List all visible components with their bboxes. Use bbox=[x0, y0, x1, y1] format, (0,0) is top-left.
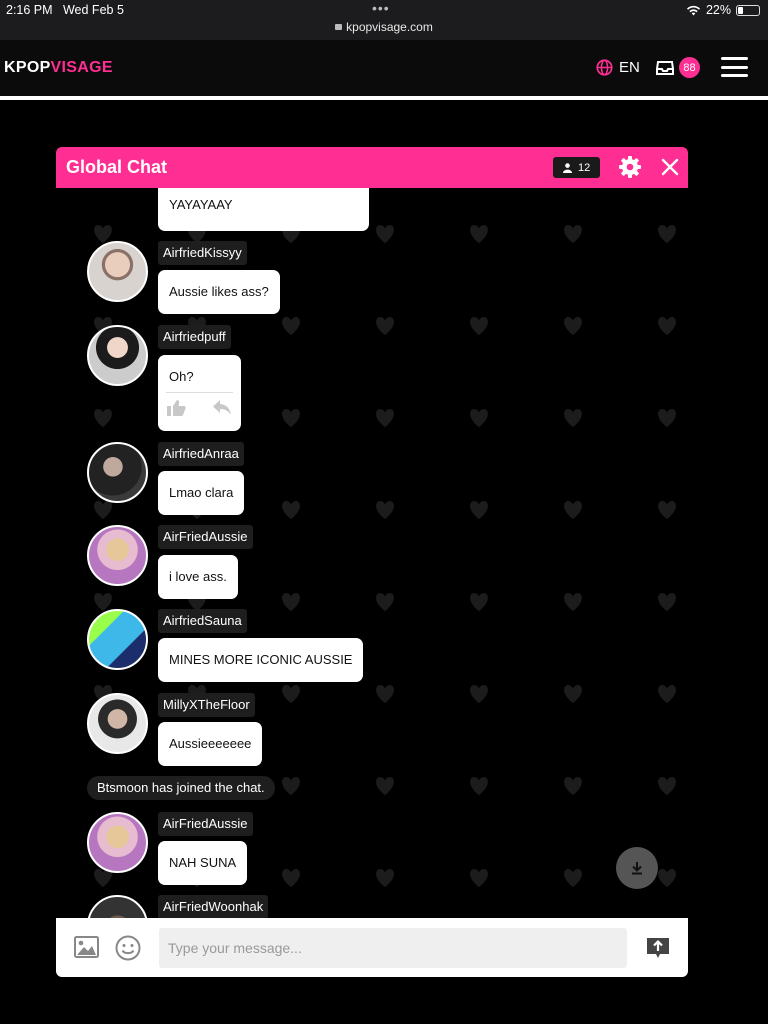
inbox-badge: 88 bbox=[679, 57, 700, 78]
username[interactable]: AirFriedAussie bbox=[158, 812, 253, 836]
avatar[interactable] bbox=[87, 325, 148, 386]
user-icon bbox=[563, 162, 572, 173]
menu-button[interactable] bbox=[721, 57, 748, 77]
inbox-button[interactable]: 88 bbox=[656, 57, 700, 78]
header-divider bbox=[0, 96, 768, 100]
message-bubble: Lmao clara bbox=[158, 471, 245, 515]
username[interactable]: AirFriedAussie bbox=[158, 525, 253, 549]
avatar[interactable] bbox=[87, 442, 148, 503]
avatar[interactable] bbox=[87, 525, 148, 586]
message-bubble: i love ass. bbox=[158, 555, 238, 599]
username[interactable]: AirfriedSauna bbox=[158, 609, 247, 633]
gear-icon[interactable] bbox=[618, 155, 642, 179]
reply-icon[interactable] bbox=[212, 399, 233, 417]
battery-percent: 22% bbox=[705, 3, 731, 17]
avatar[interactable] bbox=[87, 241, 148, 302]
system-message: Btsmoon has joined the chat. bbox=[87, 776, 275, 800]
thumbs-up-icon[interactable] bbox=[166, 399, 187, 417]
emoji-icon[interactable] bbox=[115, 935, 141, 961]
chat-title: Global Chat bbox=[66, 157, 168, 177]
wifi-icon bbox=[686, 5, 701, 15]
chat-input-bar bbox=[56, 918, 688, 977]
address-bar[interactable]: kpopvisage.com bbox=[0, 20, 768, 34]
username[interactable]: AirFriedWoonhak bbox=[158, 895, 269, 918]
globe-icon bbox=[596, 59, 613, 76]
message-bubble: MINES MORE ICONIC AUSSIE bbox=[158, 638, 364, 682]
status-time: 2:16 PM Wed Feb 5 bbox=[6, 3, 124, 17]
message-bubble: Aussieeeeeee bbox=[158, 722, 263, 766]
username[interactable]: Airfriedpuff bbox=[158, 325, 231, 349]
send-icon[interactable] bbox=[645, 936, 671, 960]
username[interactable]: MillyXTheFloor bbox=[158, 693, 255, 717]
avatar[interactable] bbox=[87, 693, 148, 754]
more-dots-icon[interactable]: ••• bbox=[372, 0, 390, 16]
site-logo[interactable]: KPOPVISAGE bbox=[4, 59, 113, 77]
close-icon[interactable] bbox=[660, 157, 680, 177]
message-actions bbox=[166, 392, 233, 417]
site-header: KPOPVISAGE EN 88 bbox=[0, 40, 768, 96]
chat-header: Global Chat 12 bbox=[56, 147, 688, 188]
image-upload-icon[interactable] bbox=[74, 936, 99, 958]
message-bubble: Aussie likes ass? bbox=[158, 270, 280, 314]
heart-pattern-background bbox=[56, 188, 688, 918]
language-selector[interactable]: EN bbox=[596, 59, 640, 76]
language-label: EN bbox=[619, 59, 640, 76]
message-bubble: Oh? bbox=[158, 355, 241, 431]
username[interactable]: AirfriedAnraa bbox=[158, 442, 244, 466]
message-bubble: YAYAYAAY bbox=[158, 188, 369, 231]
avatar[interactable] bbox=[87, 812, 148, 873]
message-input[interactable] bbox=[159, 928, 627, 968]
lock-icon bbox=[335, 24, 343, 30]
status-bar: 2:16 PM Wed Feb 5 ••• kpopvisage.com 22% bbox=[0, 0, 768, 40]
username[interactable]: AirfriedKissyy bbox=[158, 241, 247, 265]
status-right: 22% bbox=[686, 3, 760, 17]
member-count-button[interactable]: 12 bbox=[553, 157, 601, 178]
global-chat-panel: Global Chat 12 YAYAYAAY AirfriedKissyy A… bbox=[56, 147, 688, 977]
avatar[interactable] bbox=[87, 609, 148, 670]
inbox-icon bbox=[656, 60, 674, 75]
member-count: 12 bbox=[578, 161, 591, 174]
scroll-to-bottom-button[interactable] bbox=[616, 847, 658, 889]
arrow-down-icon bbox=[632, 862, 642, 875]
message-bubble: NAH SUNA bbox=[158, 841, 248, 885]
battery-icon bbox=[736, 4, 760, 16]
chat-messages[interactable]: YAYAYAAY AirfriedKissyy Aussie likes ass… bbox=[56, 188, 688, 918]
